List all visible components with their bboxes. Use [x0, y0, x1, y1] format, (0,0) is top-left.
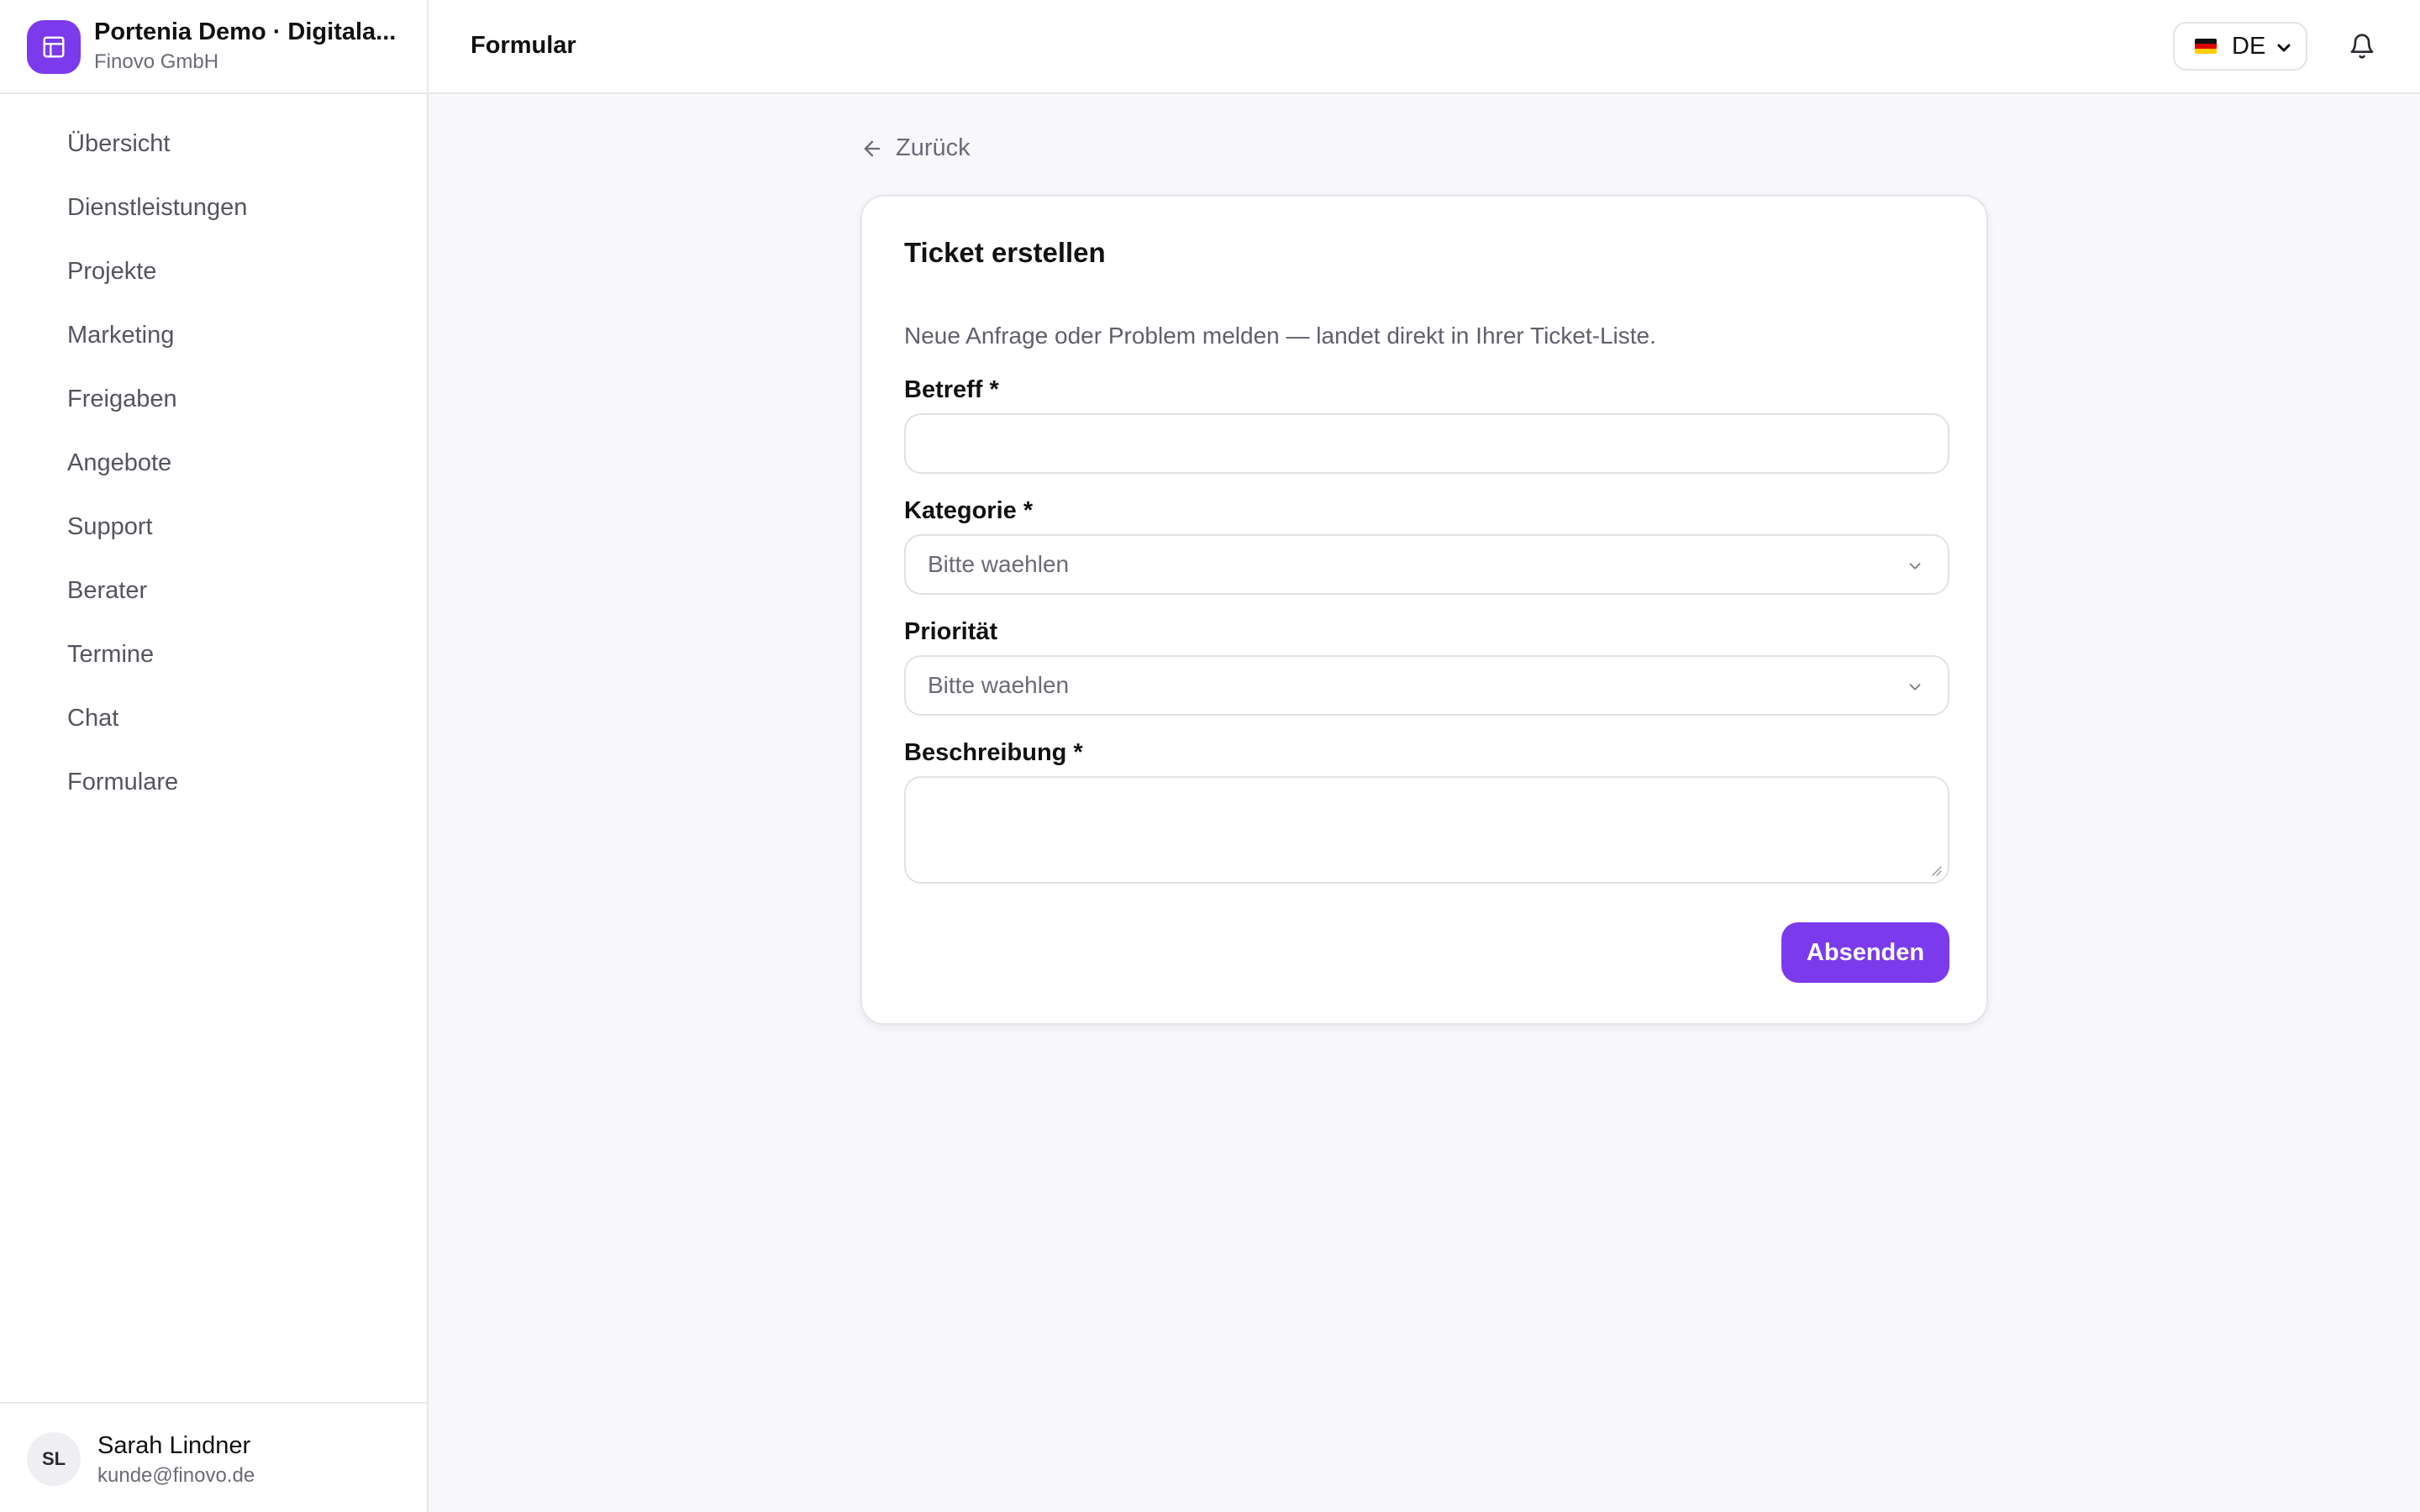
arrow-left-icon [864, 140, 881, 156]
page-title: Formular [471, 32, 576, 59]
category-value: Bitte waehlen [928, 551, 1070, 577]
priority-value: Bitte waehlen [928, 672, 1070, 698]
sidebar-item-projekte[interactable]: Projekte [34, 239, 403, 303]
brand-header[interactable]: Portenia Demo · Digitala... Finovo GmbH [0, 0, 427, 94]
sidebar-item-support[interactable]: Support [34, 495, 403, 559]
description-textarea[interactable] [904, 776, 1949, 884]
user-profile[interactable]: SL Sarah Lindner kunde@finovo.de [0, 1402, 427, 1512]
bell-icon[interactable] [2346, 30, 2378, 62]
sidebar-item-berater[interactable]: Berater [34, 559, 403, 622]
category-label: Kategorie * [904, 497, 1034, 524]
top-bar: Formular DE [429, 0, 2420, 94]
form-title: Ticket erstellen [904, 237, 1106, 268]
resize-grip-icon[interactable] [1929, 864, 1943, 877]
sidebar-nav: Übersicht Dienstleistungen Projekte Mark… [34, 112, 403, 814]
description-label: Beschreibung * [904, 739, 1083, 766]
subject-label: Betreff * [904, 376, 999, 403]
germany-flag-icon [2195, 39, 2217, 54]
sidebar-item-marketing[interactable]: Marketing [34, 303, 403, 367]
sidebar-item-chat[interactable]: Chat [34, 686, 403, 750]
language-value: DE [2232, 32, 2266, 60]
chevron-down-icon [1909, 684, 1921, 690]
sidebar-item-angebote[interactable]: Angebote [34, 431, 403, 495]
user-email: kunde@finovo.de [97, 1464, 255, 1487]
sidebar-item-uebersicht[interactable]: Übersicht [34, 112, 403, 176]
back-link[interactable]: Zurück [860, 134, 971, 162]
sidebar-item-dienstleistungen[interactable]: Dienstleistungen [34, 176, 403, 239]
language-select[interactable]: DE [2173, 22, 2307, 71]
sidebar-item-formulare[interactable]: Formulare [34, 750, 403, 814]
submit-button[interactable]: Absenden [1781, 922, 1949, 983]
back-label: Zurück [896, 134, 971, 161]
sidebar: Portenia Demo · Digitala... Finovo GmbH … [0, 0, 429, 1512]
priority-select[interactable]: Bitte waehlen [904, 655, 1949, 716]
sidebar-item-termine[interactable]: Termine [34, 622, 403, 686]
brand-subtitle: Finovo GmbH [94, 50, 219, 73]
form-description: Neue Anfrage oder Problem melden — lande… [904, 323, 1656, 349]
user-name: Sarah Lindner [97, 1432, 251, 1459]
avatar: SL [27, 1432, 81, 1486]
chevron-down-icon [1909, 563, 1921, 570]
chevron-down-icon [2277, 44, 2291, 52]
ticket-form-card: Ticket erstellen Neue Anfrage oder Probl… [860, 195, 1988, 1025]
brand-title: Portenia Demo · Digitala... [94, 18, 397, 45]
priority-label: Priorität [904, 618, 998, 645]
category-select[interactable]: Bitte waehlen [904, 534, 1949, 595]
sidebar-item-freigaben[interactable]: Freigaben [34, 367, 403, 431]
layout-panel-icon [27, 20, 81, 74]
subject-input[interactable] [904, 413, 1949, 474]
